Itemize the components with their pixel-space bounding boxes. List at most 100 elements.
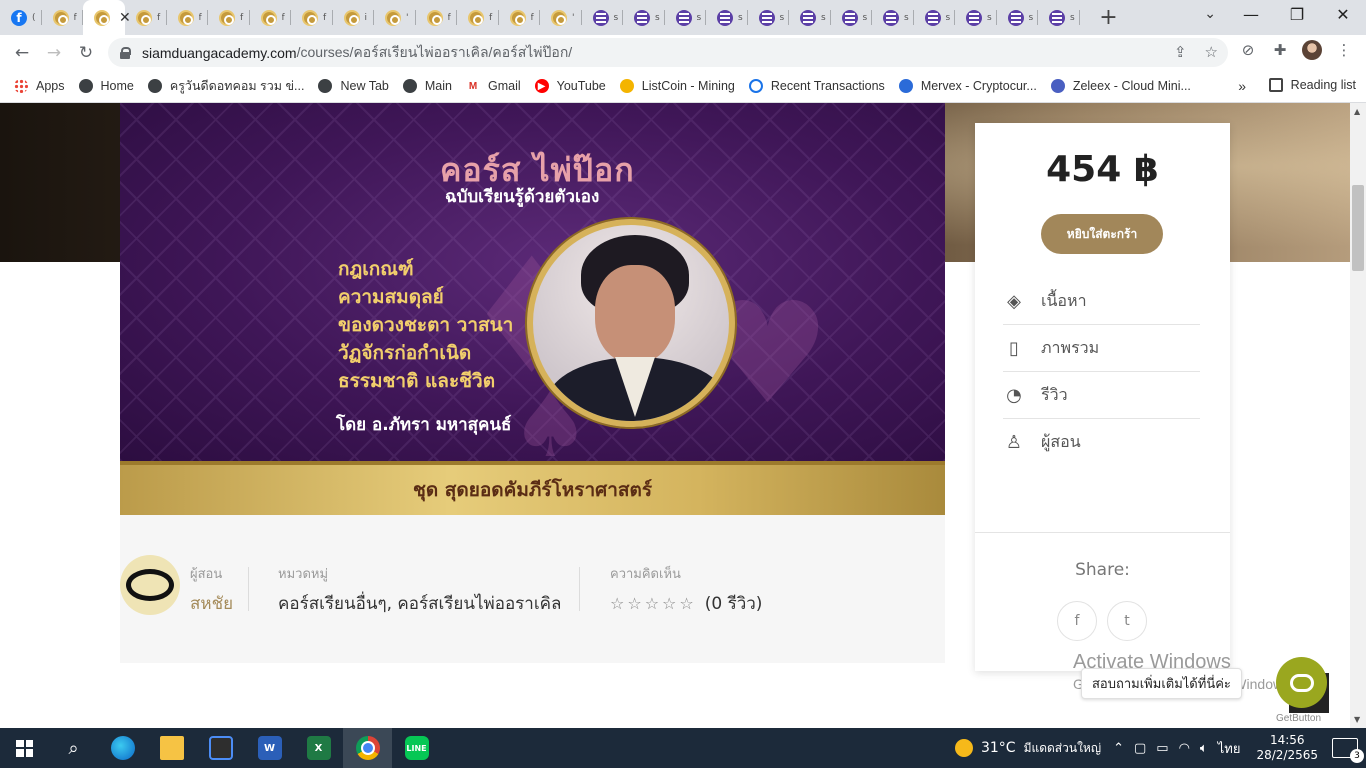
search-icon: ⌕ bbox=[68, 737, 79, 759]
tab-instructor[interactable]: ♙ ผู้สอน bbox=[1003, 419, 1200, 466]
browser-tab[interactable]: s bbox=[623, 0, 665, 35]
pinterest-extension-icon[interactable]: ⊘ bbox=[1238, 40, 1258, 60]
browser-tab[interactable]: s bbox=[872, 0, 914, 35]
taskbar-chrome[interactable] bbox=[343, 728, 392, 768]
maximize-button[interactable]: ❐ bbox=[1274, 0, 1320, 35]
address-bar[interactable]: siamduangacademy.com/courses/คอร์สเรียนไ… bbox=[108, 38, 1228, 67]
show-hidden-icons-chevron-icon[interactable]: ⌃ bbox=[1113, 741, 1124, 756]
tab-title: ' bbox=[406, 12, 409, 23]
browser-tab[interactable]: f( bbox=[0, 0, 42, 35]
browser-tab[interactable]: f bbox=[250, 0, 292, 35]
browser-tab[interactable]: f bbox=[167, 0, 209, 35]
tab-title: f bbox=[323, 12, 327, 23]
taskbar-store[interactable] bbox=[196, 728, 245, 768]
profile-avatar[interactable] bbox=[1302, 40, 1322, 60]
bookmark-item[interactable]: Main bbox=[402, 79, 452, 93]
browser-tab[interactable]: s bbox=[665, 0, 707, 35]
minimize-button[interactable]: — bbox=[1228, 0, 1274, 35]
taskbar-file-explorer[interactable] bbox=[147, 728, 196, 768]
taskbar-word[interactable]: W bbox=[245, 728, 294, 768]
tag-icon: ◈ bbox=[1007, 290, 1021, 312]
bookmark-item[interactable]: Home bbox=[78, 79, 134, 93]
bookmark-item[interactable]: New Tab bbox=[318, 79, 389, 93]
category-links[interactable]: คอร์สเรียนอื่นๆ, คอร์สเรียนไพ่ออราเคิล bbox=[278, 590, 561, 617]
browser-tab[interactable]: s bbox=[914, 0, 956, 35]
close-window-button[interactable]: ✕ bbox=[1320, 0, 1366, 35]
twitter-share-icon[interactable]: t bbox=[1107, 601, 1147, 641]
taskbar-search-button[interactable]: ⌕ bbox=[49, 728, 98, 768]
browser-tab[interactable]: s bbox=[1038, 0, 1080, 35]
browser-tab[interactable]: s bbox=[748, 0, 790, 35]
bookmark-item[interactable]: Mervex - Cryptocur... bbox=[898, 79, 1037, 93]
instructor-name-link[interactable]: สหชัย bbox=[190, 590, 233, 617]
start-button[interactable] bbox=[0, 728, 49, 768]
bookmark-item[interactable]: M Gmail bbox=[465, 79, 521, 93]
bookmark-item[interactable]: Recent Transactions bbox=[748, 79, 885, 93]
back-button[interactable]: ← bbox=[6, 43, 38, 63]
chat-tooltip[interactable]: สอบถามเพิ่มเติมได้ที่นี่ค่ะ bbox=[1081, 668, 1242, 699]
reload-button[interactable]: ↻ bbox=[70, 43, 102, 63]
tab-curriculum[interactable]: ◈ เนื้อหา bbox=[1003, 278, 1200, 325]
mervex-icon bbox=[898, 79, 913, 93]
browser-tab-active[interactable]: ค✕ bbox=[83, 0, 131, 35]
weather-sun-icon[interactable] bbox=[954, 739, 973, 757]
browser-tab[interactable]: s bbox=[582, 0, 624, 35]
scrollbar-thumb[interactable] bbox=[1352, 185, 1364, 271]
browser-tab[interactable]: ' bbox=[374, 0, 416, 35]
bookmark-star-icon[interactable]: ☆ bbox=[1205, 43, 1218, 61]
reading-list-button[interactable]: Reading list bbox=[1268, 78, 1356, 92]
clock[interactable]: 14:56 28/2/2565 bbox=[1256, 733, 1318, 763]
forward-button[interactable]: → bbox=[38, 43, 70, 63]
browser-tab[interactable]: f bbox=[42, 0, 84, 35]
facebook-share-icon[interactable]: f bbox=[1057, 601, 1097, 641]
instructor-avatar[interactable] bbox=[120, 555, 180, 615]
bookmark-item[interactable]: Zeleex - Cloud Mini... bbox=[1050, 79, 1191, 93]
bookmark-item[interactable]: ครูวันดีดอทคอม รวม ข่... bbox=[147, 76, 304, 96]
lock-icon[interactable] bbox=[120, 46, 131, 59]
tab-overview[interactable]: ▯ ภาพรวม bbox=[1003, 325, 1200, 372]
share-page-icon[interactable]: ⇪ bbox=[1174, 43, 1187, 61]
browser-tab[interactable]: i bbox=[333, 0, 375, 35]
browser-tab[interactable]: s bbox=[955, 0, 997, 35]
browser-tab[interactable]: f bbox=[125, 0, 167, 35]
scroll-up-arrow-icon[interactable]: ▲ bbox=[1354, 107, 1360, 116]
browser-tab[interactable]: ' bbox=[540, 0, 582, 35]
bookmark-item[interactable]: ListCoin - Mining bbox=[619, 79, 735, 93]
browser-menu-icon[interactable]: ⋮ bbox=[1334, 40, 1354, 60]
browser-tab[interactable]: f bbox=[208, 0, 250, 35]
browser-tab[interactable]: f bbox=[499, 0, 541, 35]
browser-tab[interactable]: f bbox=[457, 0, 499, 35]
tab-title: s bbox=[987, 12, 992, 23]
battery-icon[interactable]: ▭ bbox=[1156, 741, 1168, 756]
getbutton-credit[interactable]: GetButton bbox=[1276, 713, 1321, 724]
page-scrollbar[interactable]: ▲ ▼ bbox=[1350, 103, 1366, 728]
wifi-icon[interactable]: ◠ bbox=[1179, 741, 1190, 756]
add-to-cart-button[interactable]: หยิบใส่ตะกร้า bbox=[1041, 214, 1163, 254]
meet-now-icon[interactable]: ▢ bbox=[1134, 741, 1146, 756]
new-tab-button[interactable]: + bbox=[1094, 5, 1124, 30]
browser-tab[interactable]: s bbox=[997, 0, 1039, 35]
taskbar-line[interactable]: LINE bbox=[392, 728, 441, 768]
tab-reviews[interactable]: ◔ รีวิว bbox=[1003, 372, 1200, 419]
more-bookmarks-button[interactable]: » bbox=[1238, 78, 1246, 94]
scroll-down-arrow-icon[interactable]: ▼ bbox=[1354, 715, 1360, 724]
chat-button[interactable] bbox=[1276, 657, 1327, 708]
weather-description[interactable]: มีแดดส่วนใหญ่ bbox=[1024, 739, 1102, 758]
input-language[interactable]: ไทย bbox=[1218, 738, 1241, 759]
weather-temperature[interactable]: 31°C bbox=[981, 740, 1016, 756]
tab-search-icon[interactable]: ⌄ bbox=[1204, 6, 1216, 22]
taskbar-edge[interactable] bbox=[98, 728, 147, 768]
volume-icon[interactable]: 🔈︎ bbox=[1200, 741, 1208, 756]
course-meta: ผู้สอน สหชัย หมวดหมู่ คอร์สเรียนอื่นๆ, ค… bbox=[120, 515, 945, 663]
browser-tab[interactable]: s bbox=[706, 0, 748, 35]
bookmark-item[interactable]: ▶ YouTube bbox=[534, 79, 606, 93]
store-icon bbox=[208, 736, 233, 760]
notifications-button[interactable]: 3 bbox=[1332, 738, 1364, 763]
browser-tab[interactable]: s bbox=[789, 0, 831, 35]
browser-tab[interactable]: f bbox=[416, 0, 458, 35]
browser-tab[interactable]: s bbox=[831, 0, 873, 35]
bookmark-item[interactable]: Apps bbox=[14, 79, 65, 93]
extensions-puzzle-icon[interactable]: ✚ bbox=[1270, 40, 1290, 60]
taskbar-excel[interactable]: X bbox=[294, 728, 343, 768]
browser-tab[interactable]: f bbox=[291, 0, 333, 35]
